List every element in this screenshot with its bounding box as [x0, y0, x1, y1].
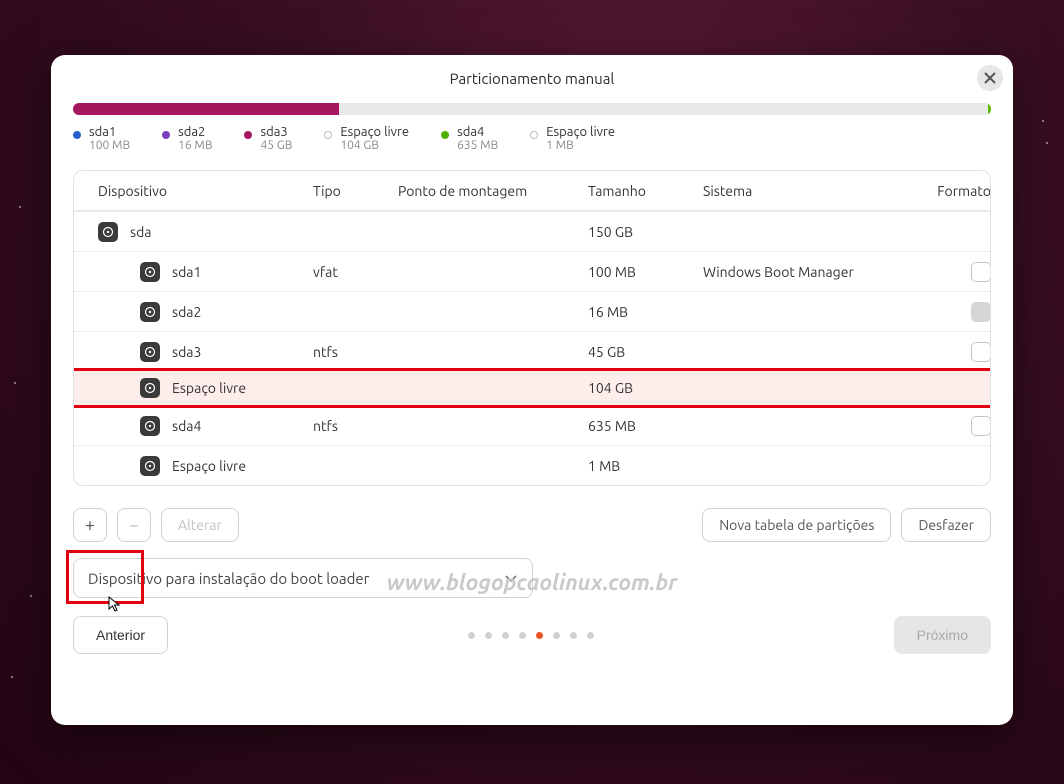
- progress-dot: [519, 632, 526, 639]
- partition-size: 635 MB: [588, 418, 703, 434]
- legend-name: sda4: [457, 125, 498, 139]
- legend-item: Espaço livre 1 MB: [530, 125, 615, 152]
- new-partition-table-button[interactable]: Nova tabela de partições: [702, 508, 891, 542]
- table-row[interactable]: Espaço livre 1 MB: [74, 445, 990, 485]
- partition-icon: [140, 456, 160, 476]
- legend-size: 104 GB: [340, 139, 409, 152]
- table-header: Dispositivo Tipo Ponto de montagem Taman…: [74, 171, 990, 211]
- device-name: sda: [130, 224, 151, 240]
- remove-partition-button[interactable]: −: [117, 508, 151, 542]
- legend-size: 100 MB: [89, 139, 130, 152]
- legend-name: Espaço livre: [546, 125, 615, 139]
- legend-name: sda1: [89, 125, 130, 139]
- boot-loader-device-select[interactable]: Dispositivo para instalação do boot load…: [73, 558, 533, 598]
- progress-dot: [485, 632, 492, 639]
- boot-loader-device-label: Dispositivo para instalação do boot load…: [88, 570, 369, 587]
- device-name: Espaço livre: [172, 458, 246, 474]
- legend-dot: [73, 131, 81, 139]
- format-checkbox[interactable]: [971, 416, 991, 436]
- progress-dot: [587, 632, 594, 639]
- dialog-titlebar: Particionamento manual: [51, 55, 1013, 101]
- progress-dot: [553, 632, 560, 639]
- chevron-down-icon: [504, 571, 518, 585]
- device-name: sda2: [172, 304, 201, 320]
- progress-dot: [570, 632, 577, 639]
- table-row[interactable]: sda1 vfat 100 MB Windows Boot Manager: [74, 251, 990, 291]
- col-size: Tamanho: [588, 183, 703, 199]
- partition-table: Dispositivo Tipo Ponto de montagem Taman…: [73, 170, 991, 486]
- partition-type: vfat: [313, 264, 398, 280]
- legend-name: sda2: [178, 125, 212, 139]
- system-name: Windows Boot Manager: [703, 264, 921, 280]
- close-icon: [984, 72, 996, 84]
- undo-button[interactable]: Desfazer: [901, 508, 991, 542]
- back-button[interactable]: Anterior: [73, 616, 168, 654]
- legend-name: Espaço livre: [340, 125, 409, 139]
- partition-icon: [140, 302, 160, 322]
- device-name: sda3: [172, 344, 201, 360]
- partition-icon: [140, 416, 160, 436]
- table-row[interactable]: sda3 ntfs 45 GB: [74, 331, 990, 371]
- legend-dot: [162, 131, 170, 139]
- table-row[interactable]: sda 150 GB: [74, 211, 990, 251]
- col-format: Formato: [921, 183, 991, 199]
- partition-type: ntfs: [313, 344, 398, 360]
- change-button[interactable]: Alterar: [161, 508, 239, 542]
- legend-size: 45 GB: [260, 139, 292, 152]
- col-mount: Ponto de montagem: [398, 183, 588, 199]
- drive-icon: [98, 222, 118, 242]
- partition-size: 104 GB: [588, 380, 703, 396]
- cursor-icon: [108, 596, 124, 615]
- next-button: Próximo: [894, 616, 991, 654]
- partition-legend: sda1 100 MB sda2 16 MB sda3 45 GB Espaço…: [73, 125, 991, 152]
- legend-size: 1 MB: [546, 139, 615, 152]
- legend-dot: [441, 131, 449, 139]
- partition-size: 1 MB: [588, 458, 703, 474]
- format-checkbox[interactable]: [971, 262, 991, 282]
- legend-dot: [530, 131, 538, 139]
- col-device: Dispositivo: [98, 183, 313, 199]
- legend-size: 16 MB: [178, 139, 212, 152]
- table-row[interactable]: Espaço livre 104 GB: [73, 368, 991, 408]
- device-name: sda1: [172, 264, 201, 280]
- partition-size: 150 GB: [588, 224, 703, 240]
- legend-item: Espaço livre 104 GB: [324, 125, 409, 152]
- col-type: Tipo: [313, 183, 398, 199]
- legend-size: 635 MB: [457, 139, 498, 152]
- partition-size: 16 MB: [588, 304, 703, 320]
- legend-dot: [324, 131, 332, 139]
- partition-type: ntfs: [313, 418, 398, 434]
- legend-item: sda2 16 MB: [162, 125, 212, 152]
- partition-icon: [140, 342, 160, 362]
- close-button[interactable]: [977, 65, 1003, 91]
- legend-name: sda3: [260, 125, 292, 139]
- partition-size: 45 GB: [588, 344, 703, 360]
- device-name: sda4: [172, 418, 201, 434]
- progress-dot: [468, 632, 475, 639]
- legend-dot: [244, 131, 252, 139]
- table-row[interactable]: sda4 ntfs 635 MB: [74, 405, 990, 445]
- col-system: Sistema: [703, 183, 921, 199]
- progress-dot: [536, 632, 543, 639]
- legend-item: sda4 635 MB: [441, 125, 498, 152]
- progress-dots: [168, 632, 894, 639]
- table-row[interactable]: sda2 16 MB: [74, 291, 990, 331]
- manual-partitioning-dialog: Particionamento manual sda1 100 MB sda2 …: [51, 55, 1013, 725]
- footer-nav: Anterior Próximo: [73, 616, 991, 654]
- device-name: Espaço livre: [172, 380, 246, 396]
- partition-size: 100 MB: [588, 264, 703, 280]
- legend-item: sda1 100 MB: [73, 125, 130, 152]
- add-partition-button[interactable]: +: [73, 508, 107, 542]
- format-checkbox: [971, 302, 991, 322]
- legend-item: sda3 45 GB: [244, 125, 292, 152]
- table-actions: + − Alterar Nova tabela de partições Des…: [73, 508, 991, 542]
- progress-dot: [502, 632, 509, 639]
- dialog-title: Particionamento manual: [450, 70, 615, 87]
- partition-icon: [140, 378, 160, 398]
- partition-icon: [140, 262, 160, 282]
- format-checkbox[interactable]: [971, 342, 991, 362]
- disk-usage-bar: [73, 103, 991, 115]
